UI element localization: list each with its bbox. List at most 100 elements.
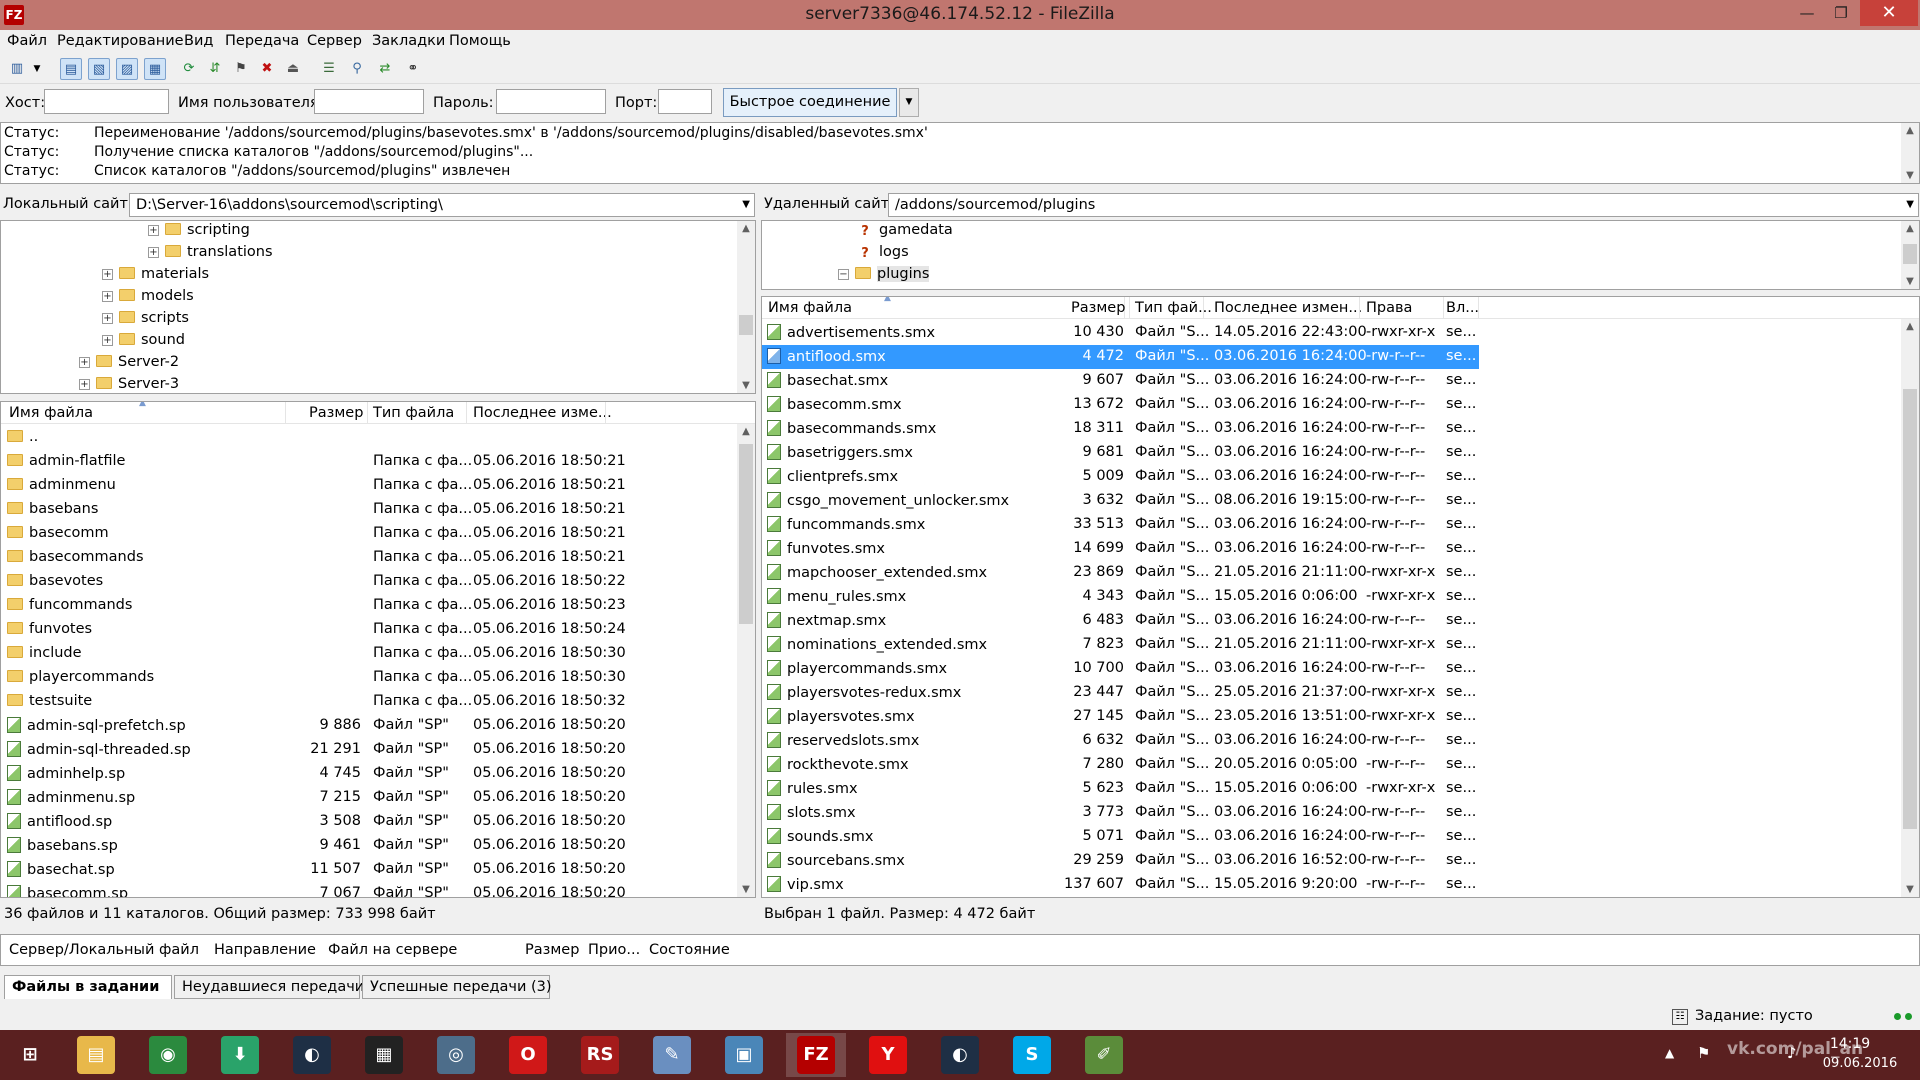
table-row[interactable]: nominations_extended.smx 7 823 Файл "S... 2… (762, 633, 1479, 657)
tree-node[interactable]: + scripting (148, 222, 250, 244)
table-row[interactable]: playersvotes-redux.smx 23 447 Файл "S... 25… (762, 681, 1479, 705)
table-row[interactable]: adminhelp.sp 4 745 Файл "SP" 05.06.2016 18:… (1, 762, 737, 786)
table-row[interactable]: funvotes Папка с фа... 05.06.2016 18:50:24 (1, 618, 737, 642)
column-header-type[interactable]: Тип фай... (1135, 300, 1212, 316)
local-path-input[interactable]: D:\Server-16\addons\sourcemod\scripting\… (129, 193, 755, 217)
remote-file-list[interactable]: Имя файла ▲ Размер Тип фай... Последнее … (761, 296, 1920, 898)
toggle-log-icon[interactable]: ▤ (60, 58, 82, 80)
sync-browsing-icon[interactable]: ⇄ (374, 58, 396, 80)
taskbar-notepad-icon[interactable]: ✐ (1074, 1033, 1134, 1077)
queue-column-size[interactable]: Размер (525, 942, 579, 958)
start-button[interactable]: ⊞ (0, 1033, 60, 1077)
table-row[interactable]: funvotes.smx 14 699 Файл "S... 03.06.2016 1… (762, 537, 1479, 561)
queue-column-status[interactable]: Состояние (649, 942, 730, 958)
table-row[interactable]: .. (1, 426, 737, 450)
menu-bookmarks[interactable]: Закладки (372, 33, 445, 49)
tree-node[interactable]: + materials (102, 266, 209, 288)
column-header-modified[interactable]: Последнее измен... (1214, 300, 1362, 316)
table-row[interactable]: basecommands Папка с фа... 05.06.2016 18:5… (1, 546, 737, 570)
local-tree-scrollbar[interactable]: ▲ ▼ (737, 221, 755, 393)
taskbar-steam2-icon[interactable]: ◐ (930, 1033, 990, 1077)
remote-list-scrollbar[interactable]: ▲ ▼ (1901, 319, 1919, 897)
scroll-thumb[interactable] (1903, 389, 1917, 829)
password-input[interactable] (496, 89, 606, 114)
table-row[interactable]: clientprefs.smx 5 009 Файл "S... 03.06.2016… (762, 465, 1479, 489)
expand-icon[interactable]: + (79, 357, 90, 368)
message-log[interactable]: Статус: Переименование '/addons/sourcemod… (0, 122, 1920, 184)
table-row[interactable]: nextmap.smx 6 483 Файл "S... 03.06.2016 16:… (762, 609, 1479, 633)
table-row[interactable]: playercommands Папка с фа... 05.06.2016 18… (1, 666, 737, 690)
tree-node[interactable]: + Server-2 (79, 354, 179, 376)
log-scrollbar[interactable]: ▲ ▼ (1901, 123, 1919, 183)
table-row[interactable]: reservedslots.smx 6 632 Файл "S... 03.06.20… (762, 729, 1479, 753)
taskbar-steam-icon[interactable]: ◐ (282, 1033, 342, 1077)
table-row[interactable]: advertisements.smx 10 430 Файл "S... 14.05.… (762, 321, 1479, 345)
menu-transfer[interactable]: Передача (225, 33, 299, 49)
taskbar-filezilla-icon[interactable]: FZ (786, 1033, 846, 1077)
table-row[interactable]: admin-sql-prefetch.sp 9 886 Файл "SP" 05.06… (1, 714, 737, 738)
table-row[interactable]: basechat.sp 11 507 Файл "SP" 05.06.2016 18:… (1, 858, 737, 882)
chevron-down-icon[interactable]: ▼ (742, 199, 750, 210)
tree-node[interactable]: + translations (148, 244, 273, 266)
table-row[interactable]: adminmenu.sp 7 215 Файл "SP" 05.06.2016 18:… (1, 786, 737, 810)
scroll-up-icon[interactable]: ▲ (737, 223, 755, 234)
expand-icon[interactable]: + (102, 335, 113, 346)
table-row[interactable]: vip.smx 137 607 Файл "S... 15.05.2016 9:20:… (762, 873, 1479, 897)
expand-icon[interactable]: + (79, 379, 90, 390)
table-row[interactable]: admin-sql-threaded.sp 21 291 Файл "SP" 05.0… (1, 738, 737, 762)
host-input[interactable] (44, 89, 169, 114)
table-row[interactable]: basebans Папка с фа... 05.06.2016 18:50:21 (1, 498, 737, 522)
queue-column-direction[interactable]: Направление (214, 942, 316, 958)
column-header-modified[interactable]: Последнее изме... (473, 405, 612, 421)
tree-node[interactable]: ? gamedata (857, 222, 953, 244)
table-row[interactable]: playercommands.smx 10 700 Файл "S... 03.06.… (762, 657, 1479, 681)
column-header-name[interactable]: Имя файла (768, 300, 852, 316)
table-row[interactable]: playersvotes.smx 27 145 Файл "S... 23.05.20… (762, 705, 1479, 729)
tree-node[interactable]: + sound (102, 332, 185, 354)
table-row[interactable]: basechat.smx 9 607 Файл "S... 03.06.2016 16… (762, 369, 1479, 393)
taskbar-explorer-icon[interactable]: ▤ (66, 1033, 126, 1077)
tab-queued-files[interactable]: Файлы в задании (4, 975, 172, 999)
queue-column-local-file[interactable]: Сервер/Локальный файл (9, 942, 199, 958)
scroll-thumb[interactable] (1903, 244, 1917, 264)
cancel-operation-icon[interactable]: ✖ (256, 58, 278, 80)
expand-icon[interactable]: + (102, 313, 113, 324)
table-row[interactable]: sounds.smx 5 071 Файл "S... 03.06.2016 16:2… (762, 825, 1479, 849)
table-row[interactable]: menu_rules.smx 4 343 Файл "S... 15.05.2016 … (762, 585, 1479, 609)
port-input[interactable] (658, 89, 712, 114)
tray-overflow-icon[interactable]: ▲ (1665, 1046, 1674, 1060)
scroll-thumb[interactable] (739, 315, 753, 335)
remote-path-input[interactable]: /addons/sourcemod/plugins ▼ (888, 193, 1919, 217)
table-row[interactable]: rules.smx 5 623 Файл "S... 15.05.2016 0:06:… (762, 777, 1479, 801)
scroll-thumb[interactable] (739, 444, 753, 624)
local-file-list[interactable]: Имя файла ▲ Размер Тип файла Последнее и… (0, 401, 756, 898)
table-row[interactable]: csgo_movement_unlocker.smx 3 632 Файл "S..… (762, 489, 1479, 513)
username-input[interactable] (314, 89, 424, 114)
menu-view[interactable]: Вид (184, 33, 213, 49)
transfer-queue[interactable]: Сервер/Локальный файл Направление Файл н… (0, 934, 1920, 966)
local-directory-tree[interactable]: + scripting + translations + materials + mod… (0, 220, 756, 394)
tree-node[interactable]: + Server-3 (79, 376, 179, 393)
volume-icon[interactable]: ♪ (1787, 1044, 1797, 1062)
column-header-owner[interactable]: Вл... (1446, 300, 1479, 316)
local-list-scrollbar[interactable]: ▲ ▼ (737, 424, 755, 897)
expand-icon[interactable]: + (148, 247, 159, 258)
maximize-icon[interactable]: ❐ (1818, 0, 1864, 26)
table-row[interactable]: basecomm.sp 7 067 Файл "SP" 05.06.2016 18:5… (1, 882, 737, 897)
table-row[interactable]: adminmenu Папка с фа... 05.06.2016 18:50:2… (1, 474, 737, 498)
search-icon[interactable]: ⚭ (402, 58, 424, 80)
quickconnect-button[interactable]: Быстрое соединение (723, 88, 897, 117)
queue-column-priority[interactable]: Прио... (588, 942, 640, 958)
taskbar-yandex-icon[interactable]: Y (858, 1033, 918, 1077)
scroll-up-icon[interactable]: ▲ (737, 426, 755, 437)
toggle-queue-icon[interactable]: ▦ (144, 58, 166, 80)
table-row[interactable]: slots.smx 3 773 Файл "S... 03.06.2016 16:24… (762, 801, 1479, 825)
taskbar-downloader-icon[interactable]: ⬇ (210, 1033, 270, 1077)
taskbar-network-icon[interactable]: ▣ (714, 1033, 774, 1077)
column-header-permissions[interactable]: Права (1366, 300, 1412, 316)
table-row[interactable]: basetriggers.smx 9 681 Файл "S... 03.06.201… (762, 441, 1479, 465)
table-row[interactable]: basecommands.smx 18 311 Файл "S... 03.06.20… (762, 417, 1479, 441)
scroll-down-icon[interactable]: ▼ (737, 380, 755, 391)
expand-icon[interactable]: + (102, 269, 113, 280)
scroll-down-icon[interactable]: ▼ (1901, 276, 1919, 287)
